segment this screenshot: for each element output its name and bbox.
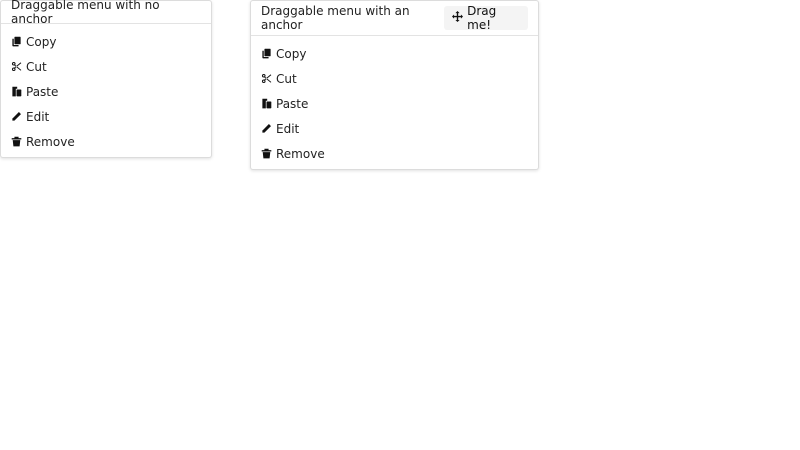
cut-icon (261, 73, 272, 84)
menu-item-label: Cut (276, 71, 297, 86)
menu-item-label: Edit (276, 121, 300, 136)
menu-item-label: Remove (276, 146, 325, 161)
paste-icon (11, 86, 22, 97)
menu-item-remove[interactable]: Remove (251, 141, 538, 166)
menu-item-edit[interactable]: Edit (251, 116, 538, 141)
menu-item-label: Remove (26, 134, 75, 149)
menu-header: Draggable menu with an anchor Drag me! (251, 1, 538, 36)
menu-item-remove[interactable]: Remove (1, 129, 211, 154)
menu-header: Draggable menu with no anchor (1, 0, 211, 26)
menu-title: Draggable menu with an anchor (261, 4, 410, 32)
draggable-menu-with-anchor[interactable]: Draggable menu with an anchor Drag me! C… (250, 0, 539, 170)
menu-item-paste[interactable]: Paste (1, 79, 211, 104)
edit-icon (11, 111, 22, 122)
menu-item-label: Paste (26, 84, 59, 99)
remove-icon (11, 136, 22, 147)
menu-item-label: Edit (26, 109, 50, 124)
menu-item-copy[interactable]: Copy (251, 41, 538, 66)
copy-icon (11, 36, 22, 47)
edit-icon (261, 123, 272, 134)
menu-list: Copy Cut Paste Edit Remove (1, 24, 211, 154)
paste-icon (261, 98, 272, 109)
menu-item-paste[interactable]: Paste (251, 91, 538, 116)
menu-item-label: Paste (276, 96, 309, 111)
menu-item-edit[interactable]: Edit (1, 104, 211, 129)
menu-item-label: Copy (276, 46, 307, 61)
menu-list: Copy Cut Paste Edit Remove (251, 36, 538, 166)
copy-icon (261, 48, 272, 59)
menu-item-label: Copy (26, 34, 57, 49)
menu-item-copy[interactable]: Copy (1, 29, 211, 54)
menu-item-cut[interactable]: Cut (1, 54, 211, 79)
drag-anchor-button[interactable]: Drag me! (444, 4, 528, 32)
move-icon (452, 11, 464, 25)
cut-icon (11, 61, 22, 72)
drag-anchor-label: Drag me! (467, 4, 497, 32)
remove-icon (261, 148, 272, 159)
menu-item-label: Cut (26, 59, 47, 74)
menu-item-cut[interactable]: Cut (251, 66, 538, 91)
menu-title: Draggable menu with no anchor (11, 0, 160, 26)
draggable-menu-no-anchor[interactable]: Draggable menu with no anchor Copy Cut P… (0, 0, 212, 158)
